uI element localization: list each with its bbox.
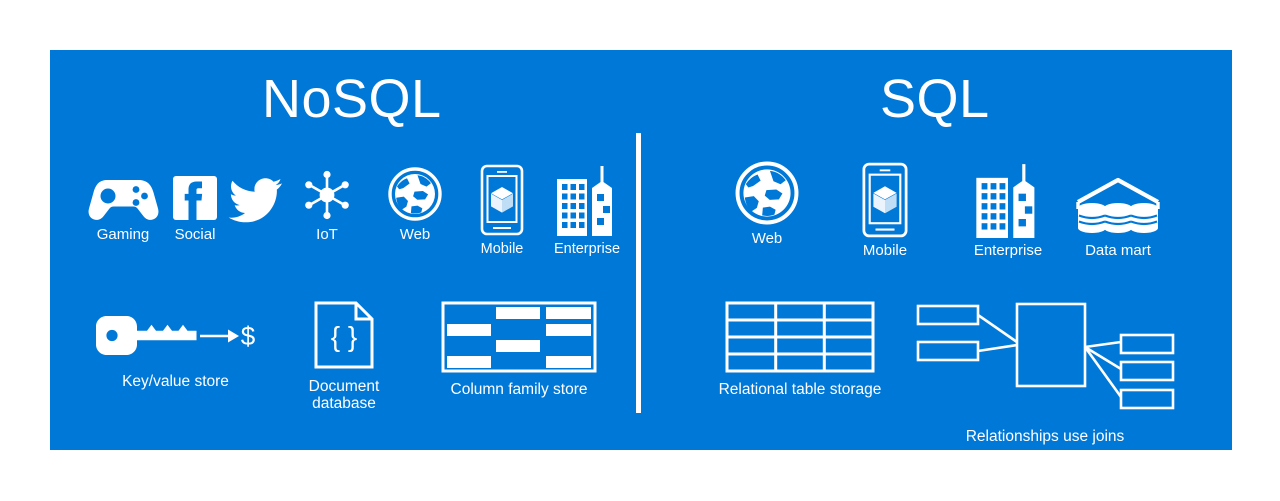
nosql-workload-web: Web	[386, 160, 444, 244]
document-braces-icon: { }	[313, 300, 375, 370]
nosql-workload-iot-label: IoT	[316, 226, 338, 243]
sql-section-title: SQL	[880, 69, 990, 129]
nosql-store-document: { } Document database	[286, 300, 402, 413]
mobile-phone-cube-icon	[861, 162, 909, 238]
nosql-workload-gaming-label: Gaming	[96, 226, 150, 243]
nosql-store-column-family-label: Column family store	[450, 381, 588, 398]
sql-workload-enterprise: Enterprise	[966, 160, 1050, 260]
sql-store-relational-table: Relational table storage	[700, 301, 900, 398]
nosql-workload-mobile: Mobile	[473, 164, 531, 257]
sql-workload-mobile-label: Mobile	[862, 242, 908, 259]
braces-symbol: { }	[331, 321, 357, 352]
column-family-grid-icon	[441, 301, 597, 373]
mobile-phone-cube-icon	[480, 164, 524, 236]
sql-store-join-relationship: Relationships use joins	[915, 300, 1175, 445]
dollar-symbol: $	[240, 321, 255, 351]
sql-workload-data-mart-label: Data mart	[1085, 242, 1151, 259]
nosql-workload-gaming: Gaming	[84, 160, 162, 244]
iot-hub-spoke-icon	[300, 160, 354, 222]
sql-store-relational-table-label: Relational table storage	[718, 381, 882, 398]
nosql-workload-mobile-label: Mobile	[480, 241, 524, 257]
globe-icon	[734, 158, 800, 226]
diagram-canvas: NoSQL SQL Gaming Social IoT Web Mobile E…	[0, 0, 1280, 501]
nosql-store-key-value: $ Key/value store	[88, 305, 263, 390]
nosql-workload-social-label: Social	[174, 226, 216, 243]
nosql-workload-enterprise-label: Enterprise	[553, 241, 621, 257]
sql-workload-web-label: Web	[751, 230, 783, 247]
section-divider	[636, 133, 641, 413]
nosql-store-document-label: Document database	[308, 378, 380, 413]
nosql-workload-iot: IoT	[298, 160, 356, 244]
facebook-icon	[171, 160, 219, 222]
nosql-workload-twitter	[228, 160, 284, 227]
sql-store-join-relationship-label: Relationships use joins	[965, 428, 1125, 445]
data-mart-icon	[1075, 166, 1161, 238]
sql-workload-data-mart: Data mart	[1073, 166, 1163, 260]
nosql-workload-enterprise: Enterprise	[547, 161, 627, 257]
key-arrow-dollar-icon: $	[90, 305, 262, 365]
nosql-store-column-family: Column family store	[424, 301, 614, 398]
game-controller-icon	[87, 160, 159, 222]
twitter-bird-icon	[228, 160, 283, 223]
sql-workload-mobile: Mobile	[855, 162, 915, 260]
join-relationship-icon	[916, 300, 1175, 420]
nosql-workload-web-label: Web	[399, 226, 431, 243]
nosql-workload-social: Social	[170, 160, 220, 244]
sql-workload-enterprise-label: Enterprise	[973, 242, 1043, 259]
globe-icon	[387, 160, 443, 222]
buildings-icon	[551, 161, 623, 236]
nosql-store-key-value-label: Key/value store	[122, 373, 229, 390]
sql-workload-web: Web	[730, 158, 804, 248]
nosql-section-title: NoSQL	[262, 69, 442, 129]
relational-table-icon	[725, 301, 875, 373]
buildings-icon	[970, 160, 1046, 238]
